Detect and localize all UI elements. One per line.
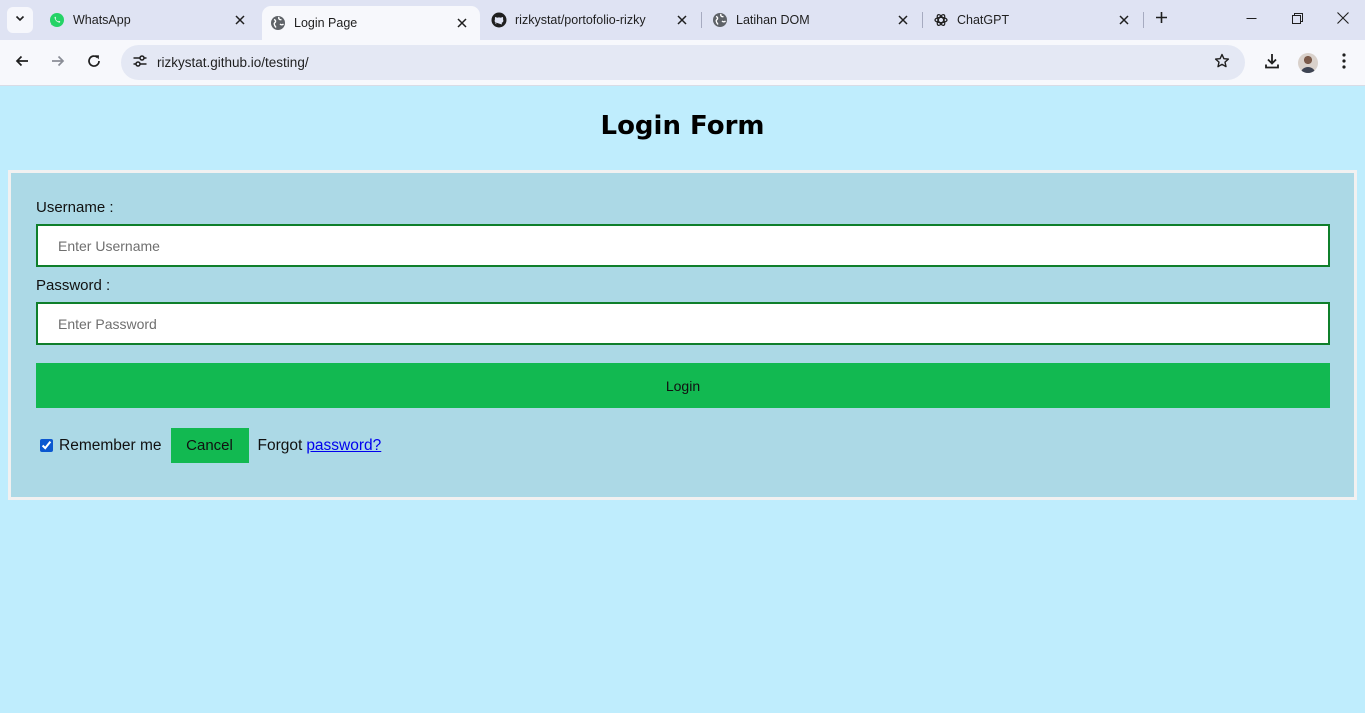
reload-icon <box>86 53 102 74</box>
form-footer: Remember me Cancel Forgot password? <box>36 428 381 463</box>
restore-button[interactable] <box>1274 0 1320 40</box>
site-info-button[interactable] <box>127 50 153 76</box>
chatgpt-icon <box>933 12 949 28</box>
tab-separator <box>701 12 702 28</box>
download-icon <box>1263 52 1281 75</box>
login-button[interactable]: Login <box>36 363 1330 408</box>
username-input[interactable] <box>36 224 1330 267</box>
globe-icon <box>270 15 286 31</box>
browser-toolbar: rizkystat.github.io/testing/ <box>0 40 1365 86</box>
whatsapp-icon <box>49 12 65 28</box>
chevron-down-icon <box>14 11 26 29</box>
minimize-button[interactable] <box>1228 0 1274 40</box>
more-vert-icon <box>1342 52 1346 74</box>
forgot-text: Forgot <box>257 436 303 454</box>
close-icon[interactable] <box>454 15 470 31</box>
remember-me-checkbox[interactable] <box>40 439 53 452</box>
star-icon <box>1214 53 1230 74</box>
page-title: Login Form <box>600 111 765 141</box>
tab-latihan-dom[interactable]: Latihan DOM <box>703 0 921 40</box>
tab-title: ChatGPT <box>957 13 1010 27</box>
tab-title: Latihan DOM <box>736 13 810 27</box>
arrow-right-icon <box>50 53 66 74</box>
tab-title: WhatsApp <box>73 13 131 27</box>
forward-button[interactable] <box>44 49 72 77</box>
tune-icon <box>132 53 148 74</box>
profile-button[interactable] <box>1294 49 1322 77</box>
plus-icon <box>1155 11 1168 29</box>
password-input[interactable] <box>36 302 1330 345</box>
tab-whatsapp[interactable]: WhatsApp <box>40 0 258 40</box>
tab-title: Login Page <box>294 16 358 30</box>
tab-separator <box>922 12 923 28</box>
tab-chatgpt[interactable]: ChatGPT <box>924 0 1142 40</box>
globe-icon <box>712 12 728 28</box>
login-form: Username : Password : Login Remember me … <box>8 170 1357 500</box>
url-text: rizkystat.github.io/testing/ <box>157 55 309 70</box>
tab-login-page[interactable]: Login Page <box>262 6 480 40</box>
avatar <box>1298 53 1318 73</box>
close-icon[interactable] <box>1116 12 1132 28</box>
close-icon <box>1337 11 1349 29</box>
tab-github-portofolio[interactable]: rizkystat/portofolio-rizky <box>482 0 700 40</box>
username-label: Username : <box>36 199 114 216</box>
tab-title: rizkystat/portofolio-rizky <box>515 13 646 27</box>
remember-me-label: Remember me <box>59 436 162 454</box>
minimize-icon <box>1246 11 1257 29</box>
downloads-button[interactable] <box>1258 49 1286 77</box>
address-bar[interactable]: rizkystat.github.io/testing/ <box>121 45 1245 80</box>
reload-button[interactable] <box>80 49 108 77</box>
tab-strip: WhatsApp Login Page rizkystat/portofolio… <box>0 0 1365 40</box>
close-icon[interactable] <box>674 12 690 28</box>
forgot-password-link[interactable]: password? <box>306 437 381 455</box>
arrow-left-icon <box>14 53 30 74</box>
menu-button[interactable] <box>1330 49 1358 77</box>
close-icon[interactable] <box>895 12 911 28</box>
github-icon <box>491 12 507 28</box>
back-button[interactable] <box>8 49 36 77</box>
bookmark-button[interactable] <box>1211 52 1233 74</box>
tab-search-button[interactable] <box>7 7 33 33</box>
close-window-button[interactable] <box>1320 0 1365 40</box>
close-icon[interactable] <box>232 12 248 28</box>
new-tab-button[interactable] <box>1150 9 1172 31</box>
restore-icon <box>1291 11 1303 29</box>
tab-separator <box>1143 12 1144 28</box>
page-content: Login Form Username : Password : Login R… <box>0 87 1365 713</box>
cancel-button[interactable]: Cancel <box>170 428 249 463</box>
password-label: Password : <box>36 277 111 294</box>
